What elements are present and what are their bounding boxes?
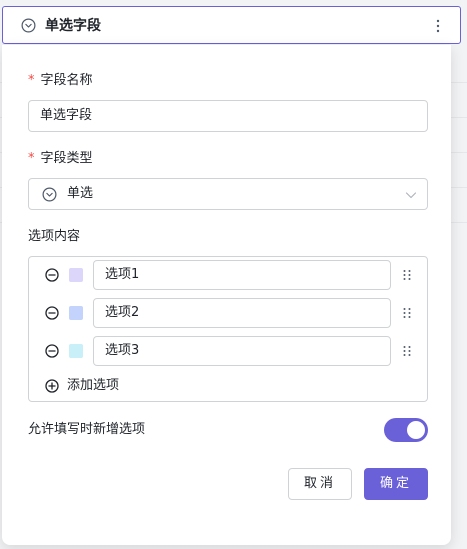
circle-chevron-down-icon [21,18,36,33]
remove-option-icon[interactable] [45,268,59,282]
field-type-label: * 字段类型 [28,150,93,168]
option-row: 选项1 [29,258,427,292]
field-name-input[interactable]: 单选字段 [28,100,428,132]
circle-chevron-down-icon [42,187,57,202]
remove-option-icon[interactable] [45,344,59,358]
option-row: 选项2 [29,296,427,330]
field-name-label: * 字段名称 [28,72,93,90]
option-color-swatch[interactable] [69,344,83,358]
field-type-value: 单选 [67,186,94,201]
option-row: 选项3 [29,334,427,368]
required-mark: * [28,151,35,166]
drag-handle-icon[interactable] [402,269,412,281]
allow-add-toggle[interactable] [384,418,428,442]
option-input[interactable]: 选项1 [93,260,391,290]
option-input[interactable]: 选项3 [93,336,391,366]
cancel-button[interactable]: 取消 [288,468,352,500]
field-type-label-text: 字段类型 [40,151,93,166]
allow-add-label: 允许填写时新增选项 [28,422,146,437]
required-mark: * [28,73,35,88]
field-header[interactable]: 单选字段 [2,6,461,44]
remove-option-icon[interactable] [45,306,59,320]
field-name-label-text: 字段名称 [40,73,93,88]
options-list: 选项1 选项2 选项3 添加选项 [28,256,428,402]
option-input[interactable]: 选项2 [93,298,391,328]
field-header-title: 单选字段 [45,18,101,34]
field-type-select[interactable]: 单选 [28,178,428,210]
confirm-button[interactable]: 确定 [364,468,428,500]
option-color-swatch[interactable] [69,268,83,282]
options-label: 选项内容 [28,229,81,244]
add-circle-icon [45,379,59,393]
option-color-swatch[interactable] [69,306,83,320]
drag-handle-icon[interactable] [402,307,412,319]
add-option-label: 添加选项 [67,378,120,393]
toggle-knob [407,421,425,439]
drag-handle-icon[interactable] [402,345,412,357]
chevron-down-icon [405,192,417,199]
more-vertical-icon[interactable] [430,17,446,35]
